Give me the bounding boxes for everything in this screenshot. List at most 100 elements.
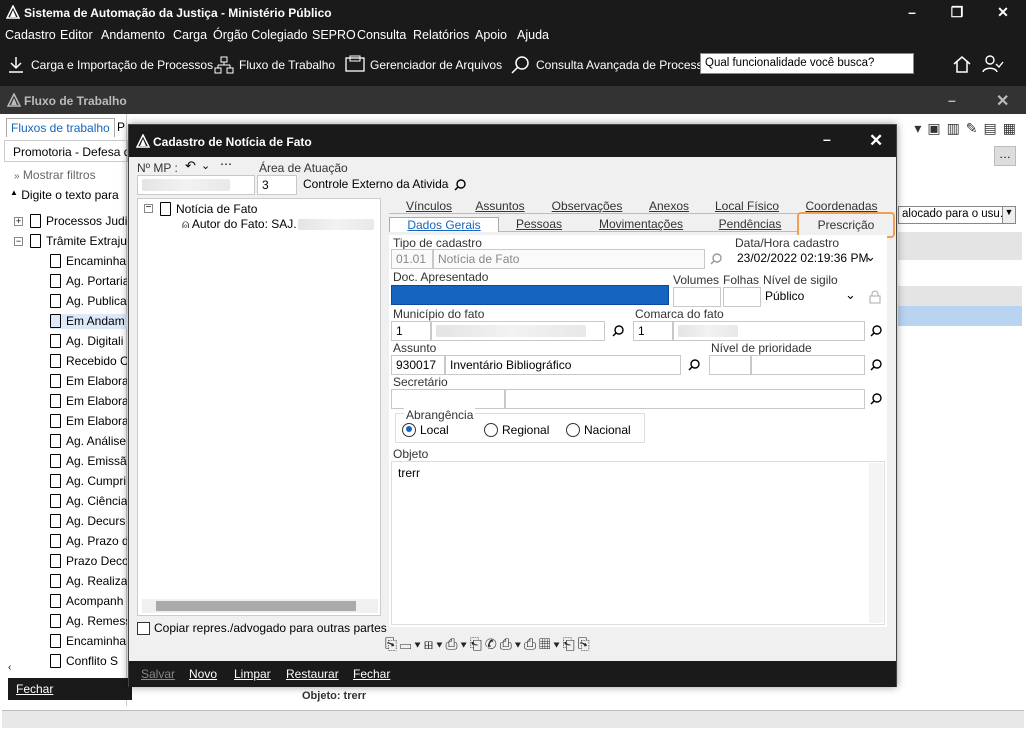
tree-item[interactable]: Acompanh bbox=[50, 594, 127, 609]
municipio-code[interactable]: 1 bbox=[391, 321, 431, 341]
tab-p[interactable]: P bbox=[117, 120, 125, 134]
radio-icon[interactable] bbox=[484, 422, 498, 437]
maximize-button[interactable]: ❐ bbox=[937, 2, 977, 24]
menu-apoio[interactable]: Apoio bbox=[475, 28, 507, 42]
tree-item[interactable]: Recebido C bbox=[50, 354, 127, 369]
tree-item[interactable]: Ag. Prazo d bbox=[50, 534, 127, 549]
municipio-name[interactable] bbox=[431, 321, 605, 341]
close-app-button[interactable]: ✕ bbox=[983, 2, 1023, 24]
tree-item[interactable]: Encaminha bbox=[50, 634, 127, 649]
fechar-button[interactable]: Fechar bbox=[353, 667, 390, 681]
tab-vinculos[interactable]: Vínculos bbox=[389, 199, 469, 214]
carga-importacao-button[interactable]: Carga e Importação de Processos bbox=[31, 58, 213, 72]
undo-icon[interactable]: ↶ bbox=[185, 158, 196, 174]
doc-apresentado-input[interactable] bbox=[391, 285, 669, 305]
right-grid-selected-row[interactable] bbox=[898, 306, 1022, 326]
radio-selected-icon[interactable] bbox=[402, 422, 416, 437]
tree-expand-icon[interactable]: + bbox=[14, 217, 23, 226]
fluxo-close-button[interactable]: ✕ bbox=[996, 91, 1009, 111]
menu-editor[interactable]: Editor bbox=[60, 28, 93, 42]
search-icon[interactable] bbox=[687, 358, 701, 372]
tree-item[interactable]: Ag. Análise bbox=[50, 434, 127, 449]
copiar-representante-checkbox[interactable]: Copiar repres./advogado para outras part… bbox=[137, 621, 387, 636]
tree-item[interactable]: Encaminha bbox=[50, 254, 127, 269]
tab-movimentacoes[interactable]: Movimentações bbox=[579, 217, 703, 232]
radio-nacional[interactable]: Nacional bbox=[566, 422, 631, 438]
promotoria-select[interactable]: Promotoria - Defesa de bbox=[4, 140, 128, 162]
tree-item[interactable]: Conflito S bbox=[50, 654, 127, 669]
menu-andamento[interactable]: Andamento bbox=[101, 28, 165, 42]
menu-ajuda[interactable]: Ajuda bbox=[517, 28, 549, 42]
alocado-combo[interactable]: alocado para o usu... bbox=[898, 206, 1016, 224]
dialog-action-toolbar[interactable]: ⎘▭▾⊞▾⎙▾⎗✆⎙▾⎙▦▾⎗⎘ bbox=[385, 636, 725, 656]
function-search-input[interactable]: Qual funcionalidade você busca? bbox=[700, 53, 914, 74]
tree-root-noticia[interactable]: Notícia de Fato bbox=[160, 201, 257, 217]
gerenciador-arquivos-button[interactable]: Gerenciador de Arquivos bbox=[370, 58, 502, 72]
tree-item[interactable]: Ag. Realiza bbox=[50, 574, 127, 589]
secretario-code[interactable] bbox=[391, 389, 505, 409]
comarca-name[interactable] bbox=[673, 321, 865, 341]
tab-local-fisico[interactable]: Local Físico bbox=[695, 199, 799, 214]
tab-observacoes[interactable]: Observações bbox=[531, 199, 643, 214]
tree-filter-input[interactable]: ▲ Digite o texto para bbox=[10, 188, 119, 202]
tab-pessoas[interactable]: Pessoas bbox=[499, 217, 579, 232]
workflow-icon[interactable] bbox=[214, 56, 234, 74]
objeto-textarea[interactable]: trerr bbox=[391, 461, 885, 625]
tree-item[interactable]: Em Andam bbox=[50, 314, 127, 329]
menu-carga[interactable]: Carga bbox=[173, 28, 207, 42]
search-icon[interactable] bbox=[453, 178, 467, 192]
nmp-input[interactable] bbox=[137, 175, 255, 195]
minimize-button[interactable]: – bbox=[892, 2, 932, 24]
comarca-code[interactable]: 1 bbox=[633, 321, 673, 341]
tab-dados-gerais[interactable]: Dados Gerais bbox=[389, 217, 499, 232]
tree-item[interactable]: Ag. Ciência bbox=[50, 494, 127, 509]
search-icon[interactable] bbox=[869, 392, 883, 406]
consulta-avancada-button[interactable]: Consulta Avançada de Processo: bbox=[536, 58, 713, 72]
objeto-scrollbar[interactable] bbox=[869, 463, 883, 623]
tree-item[interactable]: Ag. Cumpri bbox=[50, 474, 127, 489]
more-icon[interactable]: ⋯ bbox=[220, 157, 232, 171]
chevron-down-icon[interactable]: ⌄ bbox=[201, 159, 210, 172]
search-icon[interactable] bbox=[869, 324, 883, 338]
tree-item[interactable]: Ag. Digitali bbox=[50, 334, 127, 349]
home-icon[interactable] bbox=[952, 54, 972, 74]
search-icon[interactable] bbox=[869, 358, 883, 372]
salvar-button[interactable]: Salvar bbox=[141, 667, 175, 681]
dialog-close-button[interactable]: ✕ bbox=[869, 131, 883, 151]
search-icon[interactable] bbox=[611, 324, 625, 338]
prioridade-code[interactable] bbox=[709, 355, 751, 375]
data-hora-value[interactable]: 23/02/2022 02:19:36 PM bbox=[733, 249, 881, 269]
dialog-minimize-button[interactable]: – bbox=[823, 131, 831, 147]
fluxo-trabalho-button[interactable]: Fluxo de Trabalho bbox=[239, 58, 335, 72]
tab-fluxos-trabalho[interactable]: Fluxos de trabalho bbox=[6, 118, 115, 137]
tree-item[interactable]: Em Elabora bbox=[50, 374, 127, 389]
tree-horizontal-scrollbar[interactable] bbox=[142, 599, 378, 613]
tree-collapse-icon[interactable]: − bbox=[14, 237, 23, 246]
tab-assuntos[interactable]: Assuntos bbox=[469, 199, 531, 214]
tree-child-autor[interactable]: ⍝ Autor do Fato: SAJ. bbox=[182, 217, 297, 232]
tab-pendencias[interactable]: Pendências bbox=[703, 217, 797, 232]
limpar-button[interactable]: Limpar bbox=[234, 667, 271, 681]
tab-anexos[interactable]: Anexos bbox=[643, 199, 695, 214]
advanced-search-icon[interactable] bbox=[510, 55, 532, 75]
menu-cadastro[interactable]: Cadastro bbox=[5, 28, 56, 42]
mostrar-filtros-toggle[interactable]: » Mostrar filtros bbox=[14, 168, 96, 182]
fluxo-minimize-button[interactable]: – bbox=[948, 92, 956, 108]
scroll-left-icon[interactable]: ‹ bbox=[8, 662, 11, 673]
chevron-down-icon[interactable]: ▼ bbox=[1002, 207, 1015, 223]
tree-item[interactable]: Ag. Decurs bbox=[50, 514, 127, 529]
volumes-input[interactable] bbox=[673, 287, 721, 307]
assunto-value[interactable]: Inventário Bibliográfico bbox=[445, 355, 681, 375]
radio-icon[interactable] bbox=[566, 422, 580, 437]
radio-regional[interactable]: Regional bbox=[484, 422, 549, 438]
tree-group-item[interactable]: Trâmite Extraju bbox=[30, 234, 127, 249]
more-options-button[interactable]: … bbox=[994, 146, 1016, 166]
chevron-down-icon[interactable]: ⌄ bbox=[865, 249, 876, 265]
assunto-code[interactable]: 930017 bbox=[391, 355, 445, 375]
tree-item[interactable]: Prazo Deco bbox=[50, 554, 127, 569]
tree-item[interactable]: Em Elabora bbox=[50, 394, 127, 409]
secretario-value[interactable] bbox=[505, 389, 865, 409]
download-icon[interactable] bbox=[8, 56, 24, 74]
menu-sepro[interactable]: SEPRO bbox=[312, 28, 356, 42]
users-icon[interactable] bbox=[982, 54, 1004, 74]
